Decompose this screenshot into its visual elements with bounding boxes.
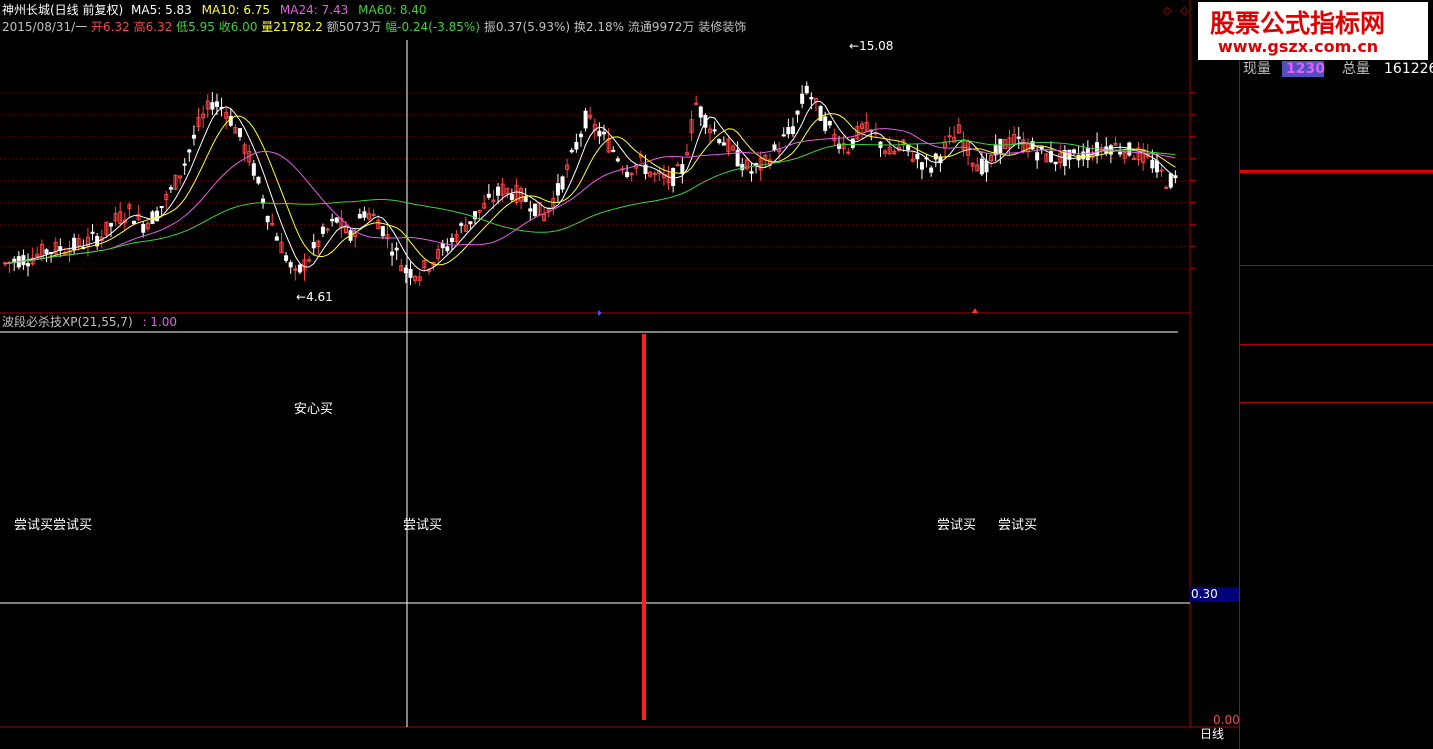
- tick-row: [1240, 710, 1433, 728]
- stat-row: [1240, 286, 1433, 304]
- tick-row: [1240, 404, 1433, 422]
- tick-row: [1240, 422, 1433, 440]
- indicator-bottom-label: 0.00: [1213, 713, 1240, 727]
- tick-row: [1240, 494, 1433, 512]
- indicator-value: : 1.00: [142, 315, 178, 329]
- indicator-header: 波段必杀技XP(21,55,7) : 1.00: [2, 315, 177, 329]
- signal-try-buy: 尝试买尝试买: [14, 518, 93, 533]
- tick-row: [1240, 656, 1433, 674]
- total-volume-value: 161226: [1384, 61, 1433, 77]
- bid-row: [1240, 232, 1433, 250]
- volume-now: 1230: [1286, 61, 1325, 77]
- tick-row: [1240, 530, 1433, 548]
- indicator-level-value: 0.30: [1191, 587, 1218, 601]
- stat-row: [1240, 305, 1433, 323]
- tick-row: [1240, 674, 1433, 692]
- min-price-value: 4.61: [306, 290, 333, 304]
- ask-row: [1240, 98, 1433, 116]
- ask-row: [1240, 117, 1433, 135]
- fund-row: [1240, 384, 1433, 402]
- ask-row: [1240, 136, 1433, 154]
- signal-try-buy: 尝试买: [403, 518, 443, 533]
- tick-row: [1240, 440, 1433, 458]
- min-price-annotation: ←4.61: [296, 290, 333, 304]
- max-price-annotation: ←15.08: [849, 39, 894, 53]
- tick-row: [1240, 566, 1433, 584]
- stat-row: [1240, 267, 1433, 285]
- period-label[interactable]: 日线: [1200, 727, 1224, 741]
- tick-row: [1240, 476, 1433, 494]
- signal-try-buy: 尝试买: [998, 518, 1038, 533]
- bid-row: [1240, 213, 1433, 231]
- max-price-value: 15.08: [859, 39, 894, 53]
- tick-row: [1240, 728, 1433, 746]
- tick-row: [1240, 638, 1433, 656]
- volume-label: 现量: [1243, 61, 1271, 77]
- tick-row: [1240, 692, 1433, 710]
- volume-row: 现量 1230 总量 161226: [1240, 60, 1433, 78]
- tick-row: [1240, 584, 1433, 602]
- spread-divider: [1240, 170, 1433, 173]
- kline-chart[interactable]: [0, 0, 1240, 749]
- candlesticks: [3, 81, 1178, 287]
- ask-row: [1240, 79, 1433, 97]
- tick-row: [1240, 620, 1433, 638]
- bid-row: [1240, 175, 1433, 193]
- indicator-name[interactable]: 波段必杀技XP(21,55,7): [2, 315, 133, 329]
- fund-row: [1240, 346, 1433, 364]
- moving-averages: [4, 101, 1176, 316]
- quote-panel: 现量 1230 总量 161226: [1240, 0, 1433, 749]
- tick-row: [1240, 458, 1433, 476]
- time-axis: [0, 727, 1240, 741]
- signal-try-buy: 尝试买: [937, 518, 977, 533]
- bid-row: [1240, 194, 1433, 212]
- fund-row: [1240, 365, 1433, 383]
- total-volume-label: 总量: [1342, 61, 1370, 77]
- stat-row: [1240, 324, 1433, 342]
- signal-anxin-buy: 安心买: [294, 402, 334, 417]
- tick-row: [1240, 512, 1433, 530]
- bottom-tab-bar: [0, 742, 1240, 749]
- indicator-level-label: 0.30: [1189, 587, 1239, 602]
- tick-row: [1240, 602, 1433, 620]
- price-grid: [0, 0, 1240, 728]
- tick-row: [1240, 548, 1433, 566]
